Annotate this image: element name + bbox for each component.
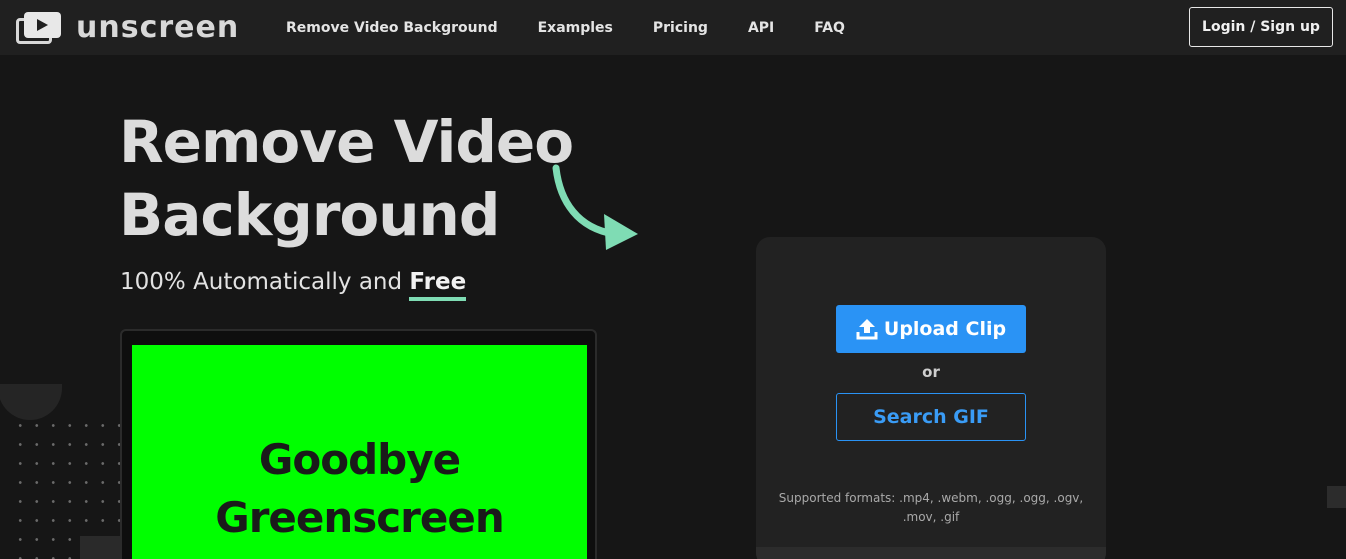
demo-video-frame: Goodbye Greenscreen [120,329,597,559]
hero-title-line-2: Background [119,181,500,249]
main-nav: Remove Video Background Examples Pricing… [286,0,885,55]
hero-subtitle-text: 100% Automatically and [120,269,410,295]
upload-card: Upload Clip or Search GIF Supported form… [756,237,1106,559]
decorative-edge-block [1327,486,1346,508]
top-navigation-bar: unscreen Remove Video Background Example… [0,0,1346,55]
upload-clip-label: Upload Clip [883,318,1007,340]
hero-subtitle-highlight: Free [409,269,467,301]
demo-caption-line-2: Greenscreen [215,493,505,542]
page: unscreen Remove Video Background Example… [0,0,1346,559]
search-gif-button[interactable]: Search GIF [836,393,1026,441]
supported-formats-text: Supported formats: .mp4, .webm, .ogg, .o… [778,491,1084,524]
demo-video-screen: Goodbye Greenscreen [132,345,587,559]
nav-examples[interactable]: Examples [538,20,613,36]
brand-logo[interactable]: unscreen [16,12,239,44]
hero-subtitle: 100% Automatically and Free [120,269,467,301]
upload-icon [856,318,878,340]
hero-title-line-1: Remove Video [119,108,574,176]
play-icon [16,12,62,44]
nav-remove-video-background[interactable]: Remove Video Background [286,20,498,36]
curved-arrow-icon [548,162,644,258]
upload-clip-button[interactable]: Upload Clip [836,305,1026,353]
or-separator: or [922,363,940,381]
login-signup-button[interactable]: Login / Sign up [1189,7,1333,47]
nav-pricing[interactable]: Pricing [653,20,708,36]
demo-video-caption: Goodbye Greenscreen [132,431,587,547]
demo-caption-line-1: Goodbye [258,435,461,484]
nav-faq[interactable]: FAQ [814,20,845,36]
nav-api[interactable]: API [748,20,774,36]
decorative-half-circle [0,384,62,420]
decorative-block [80,536,120,559]
brand-name: unscreen [76,10,240,45]
card-footer [756,547,1106,559]
